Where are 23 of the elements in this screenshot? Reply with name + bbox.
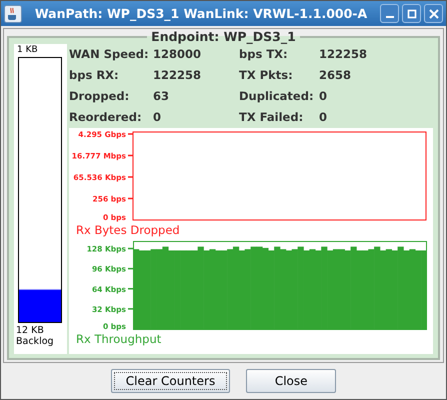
stat-label: bps TX: <box>239 47 289 62</box>
stat-value: 122258 <box>153 68 202 83</box>
backlog-max-label: 1 KB <box>17 45 39 56</box>
stat-label: Dropped: <box>69 89 130 104</box>
panel-title: Endpoint: WP_DS3_1 <box>150 29 297 44</box>
window-title: WanPath: WP_DS3_1 WanLink: VRWL-1.1.000-A <box>34 6 368 21</box>
backlog-label: Backlog <box>16 336 55 347</box>
stat-label: WAN Speed: <box>69 47 150 62</box>
stat-label: Duplicated: <box>239 89 315 104</box>
stat-value: 0 <box>319 110 328 125</box>
backlog-value: 12 KB <box>16 325 45 336</box>
stat-value: 2658 <box>319 68 352 83</box>
stat-value: 63 <box>153 89 170 104</box>
chart-title: Rx Bytes Dropped <box>76 224 181 237</box>
stat-label: bps RX: <box>69 68 120 83</box>
stat-value: 128000 <box>153 47 202 62</box>
stat-value: 0 <box>153 110 162 125</box>
stat-value: 122258 <box>319 47 368 62</box>
stat-label: TX Failed: <box>239 110 304 125</box>
chart-title: Rx Throughput <box>76 333 162 346</box>
stat-value: 0 <box>319 89 328 104</box>
stat-label: TX Pkts: <box>239 68 294 83</box>
stat-label: Reordered: <box>69 110 143 125</box>
